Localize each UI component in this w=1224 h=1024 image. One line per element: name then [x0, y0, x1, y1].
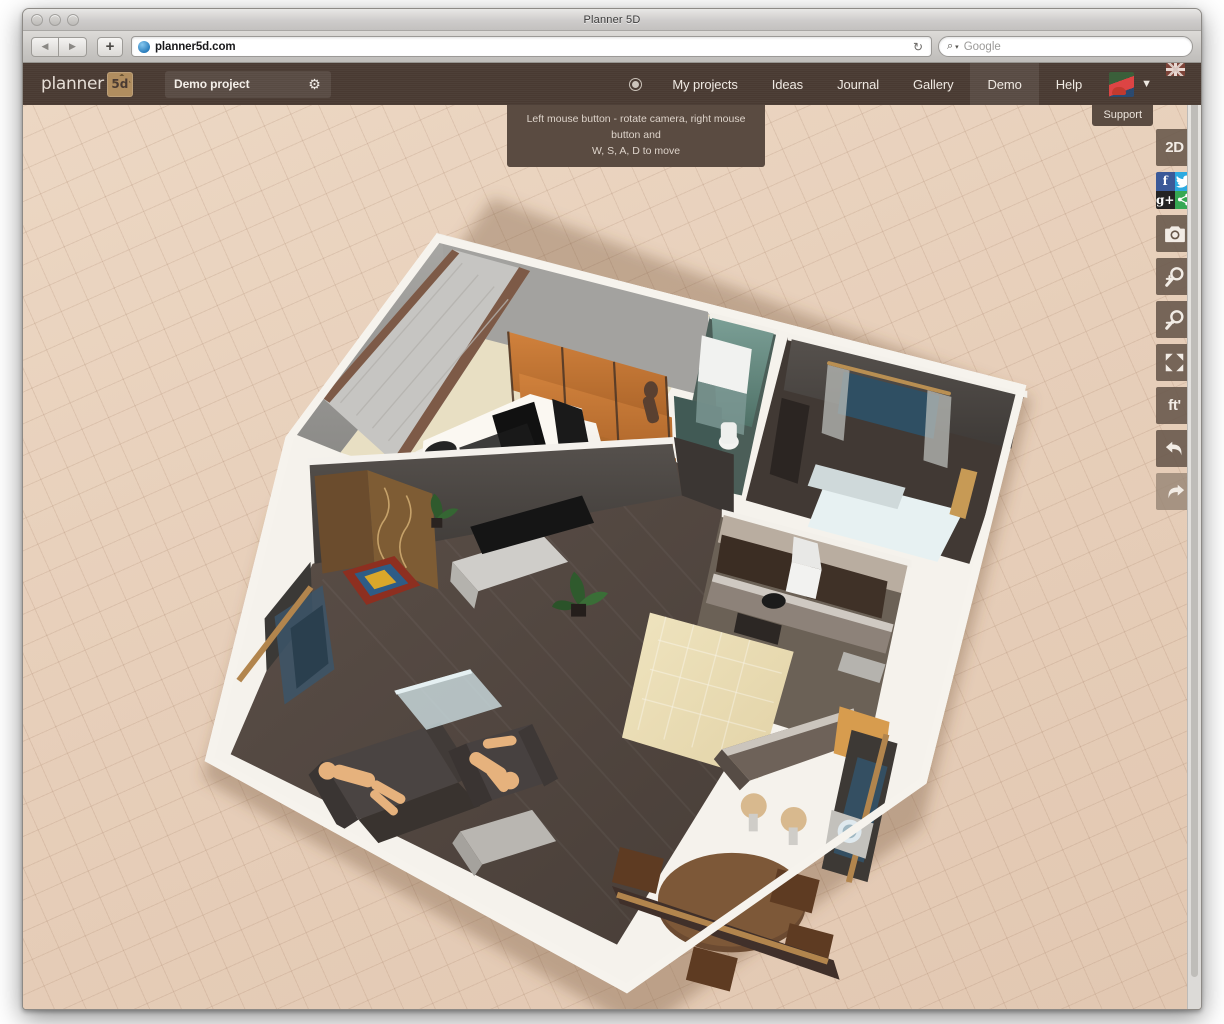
- reload-icon[interactable]: ↻: [913, 40, 925, 54]
- chevron-down-icon[interactable]: ▼: [1141, 78, 1152, 90]
- house-3d-model: [23, 105, 1201, 1010]
- browser-window: Planner 5D ◀ ▶ + planner5d.com ↻ ⌕ ▾ Goo…: [22, 8, 1202, 1010]
- support-button[interactable]: Support: [1092, 105, 1153, 126]
- googleplus-share-button[interactable]: g+: [1156, 191, 1175, 210]
- user-menu[interactable]: ▼: [1099, 63, 1156, 105]
- browser-toolbar: ◀ ▶ + planner5d.com ↻ ⌕ ▾ Google: [23, 31, 1201, 63]
- address-bar-url: planner5d.com: [155, 41, 236, 53]
- logo-badge-text: 5d: [111, 78, 128, 90]
- nav-item-journal[interactable]: Journal: [820, 63, 896, 105]
- nav-item-my-projects[interactable]: My projects: [655, 63, 754, 105]
- window-titlebar: Planner 5D: [23, 9, 1201, 31]
- nav-button-group: ◀ ▶: [31, 37, 87, 57]
- project-selector[interactable]: Demo project ⚙: [165, 71, 331, 98]
- address-bar[interactable]: planner5d.com ↻: [131, 36, 932, 57]
- search-icon: ⌕: [947, 40, 953, 53]
- page-scrollbar[interactable]: [1187, 63, 1201, 1010]
- camera-icon: [1164, 225, 1186, 243]
- gear-icon[interactable]: ⚙: [307, 77, 322, 92]
- language-flag-icon[interactable]: [1166, 63, 1185, 76]
- nav-item-help[interactable]: Help: [1039, 63, 1099, 105]
- notifications-icon[interactable]: [624, 63, 655, 105]
- zoom-out-icon: [1164, 309, 1186, 331]
- globe-icon: [138, 41, 150, 53]
- search-field[interactable]: ⌕ ▾ Google: [938, 36, 1193, 57]
- search-engine-chevron-icon[interactable]: ▾: [955, 43, 959, 51]
- zoom-window-button[interactable]: [67, 14, 79, 26]
- logo-wordmark: planner: [41, 74, 104, 94]
- window-controls[interactable]: [31, 14, 79, 26]
- search-placeholder: Google: [964, 41, 1001, 53]
- minimize-window-button[interactable]: [49, 14, 61, 26]
- nav-item-demo[interactable]: Demo: [970, 63, 1038, 105]
- scrollbar-thumb[interactable]: [1191, 67, 1198, 977]
- forward-button[interactable]: ▶: [59, 37, 87, 57]
- fullscreen-icon: [1164, 352, 1185, 373]
- main-nav: My projects Ideas Journal Gallery Demo H…: [624, 63, 1201, 105]
- floorplan-3d-canvas[interactable]: [23, 105, 1201, 1010]
- nav-item-ideas[interactable]: Ideas: [755, 63, 820, 105]
- zoom-in-icon: [1164, 266, 1186, 288]
- camera-hint-line-2: W, S, A, D to move: [515, 143, 757, 159]
- redo-icon: [1164, 482, 1186, 502]
- window-title: Planner 5D: [583, 14, 640, 26]
- camera-hint-tooltip: Left mouse button - rotate camera, right…: [507, 105, 765, 167]
- planner5d-logo[interactable]: planner 5d: [23, 72, 151, 97]
- nav-item-gallery[interactable]: Gallery: [896, 63, 970, 105]
- logo-badge-icon: 5d: [107, 72, 133, 97]
- new-tab-button[interactable]: +: [97, 37, 123, 57]
- planner5d-app: planner 5d Demo project ⚙ My projects Id…: [23, 63, 1201, 1010]
- facebook-share-button[interactable]: f: [1156, 172, 1175, 191]
- camera-hint-line-1: Left mouse button - rotate camera, right…: [515, 111, 757, 143]
- app-navbar: planner 5d Demo project ⚙ My projects Id…: [23, 63, 1201, 105]
- project-name: Demo project: [174, 77, 249, 91]
- avatar[interactable]: [1109, 72, 1134, 97]
- close-window-button[interactable]: [31, 14, 43, 26]
- undo-icon: [1164, 439, 1186, 459]
- back-button[interactable]: ◀: [31, 37, 59, 57]
